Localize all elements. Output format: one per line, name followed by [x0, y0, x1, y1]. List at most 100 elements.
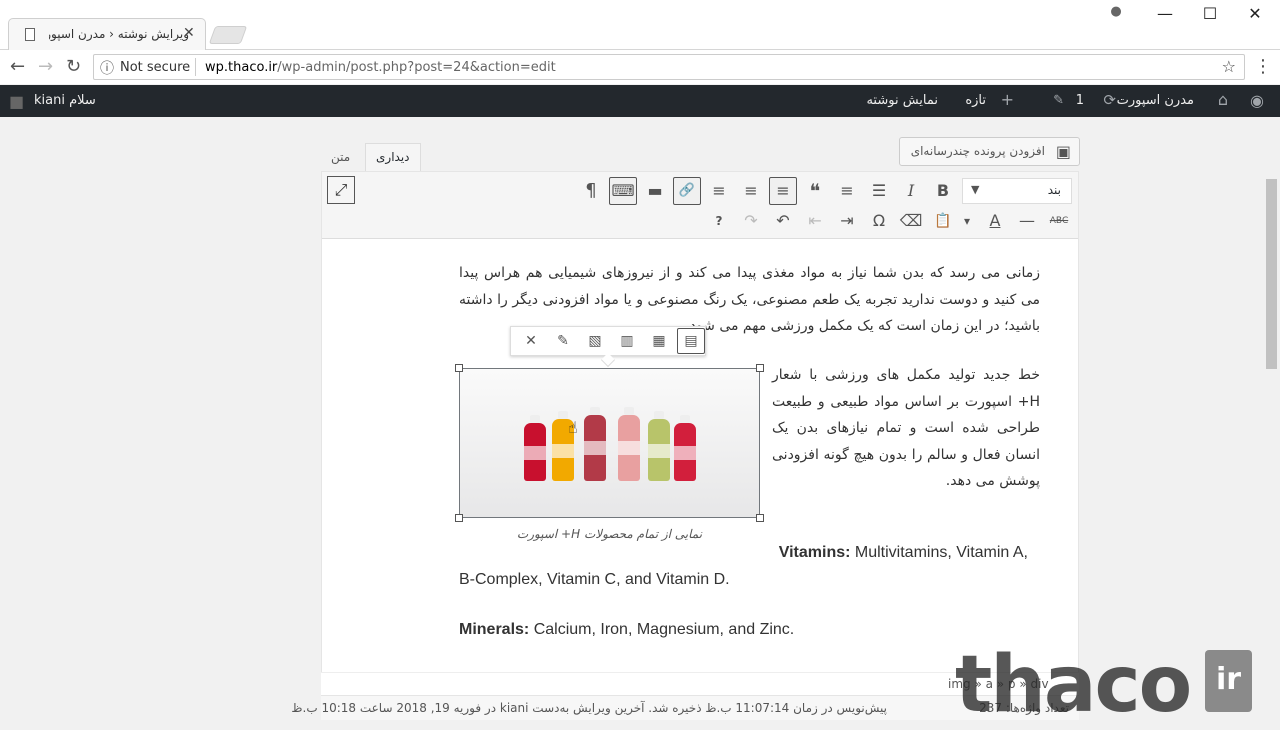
bookmark-star-icon[interactable]: ☆ [1222, 57, 1236, 76]
url-separator [195, 58, 196, 76]
text-color-dropdown-icon[interactable]: ▾ [959, 207, 975, 235]
updates-count[interactable]: 1 [1076, 93, 1084, 108]
hand-cursor-icon: ☝ [568, 418, 578, 437]
tab-title: ویرایش نوشته ‹ مدرن اسپورت [49, 27, 189, 41]
wordpress-logo-icon[interactable]: ◉ [1250, 91, 1264, 110]
watermark-suffix: ir [1205, 650, 1252, 712]
updates-icon[interactable]: ⟳ [1103, 91, 1116, 109]
add-media-button[interactable]: ▣ افزودن پرونده چندرسانه‌ای [899, 137, 1080, 166]
add-media-label: افزودن پرونده چندرسانه‌ای [910, 144, 1045, 158]
tab-close-icon[interactable]: ✕ [183, 25, 195, 41]
bottle-3 [584, 407, 606, 481]
reload-icon[interactable]: ↻ [66, 56, 81, 77]
chevron-down-icon: ▼ [971, 183, 980, 196]
resize-handle-nw[interactable] [455, 364, 463, 372]
vitamins-text: Multivitamins, Vitamin A, [850, 544, 1028, 561]
autosave-status: پیش‌نویس در زمان 11:07:14 ب.ظ ذخیره شد. … [291, 701, 887, 715]
new-content-link[interactable]: تازه [965, 93, 986, 108]
maximize-icon[interactable]: ☐ [1200, 4, 1220, 23]
redo-button[interactable]: ↷ [737, 207, 765, 235]
align-right-button[interactable]: ≡ [769, 177, 797, 205]
minerals-text: Calcium, Iron, Magnesium, and Zinc. [529, 621, 795, 638]
outdent-button[interactable]: ⇤ [801, 207, 829, 235]
scrollbar-thumb[interactable] [1266, 179, 1277, 369]
special-character-button[interactable]: Ω [865, 207, 893, 235]
home-icon[interactable]: ⌂ [1218, 90, 1228, 109]
tab-visual[interactable]: دیداری [365, 143, 421, 171]
bottle-4 [618, 407, 640, 481]
paste-as-text-button[interactable]: 📋 [929, 207, 957, 235]
indent-button[interactable]: ⇥ [833, 207, 861, 235]
horizontal-line-button[interactable]: — [1013, 207, 1041, 235]
new-content-plus-icon[interactable]: + [1001, 90, 1014, 109]
page-icon [25, 28, 35, 41]
vitamins-line-1[interactable]: Vitamins: Multivitamins, Vitamin A, [459, 544, 1040, 562]
bottle-5 [648, 411, 670, 481]
vitamins-label: Vitamins: [778, 544, 851, 561]
blockquote-button[interactable]: ❝ [801, 177, 829, 205]
align-left-image-icon[interactable]: ▧ [581, 328, 609, 354]
comments-icon[interactable]: ✎ [1053, 93, 1064, 108]
vitamins-line-2[interactable]: B-Complex, Vitamin C, and Vitamin D. [459, 571, 1040, 589]
distraction-free-button[interactable]: ⤢ [327, 176, 355, 204]
image-caption[interactable]: نمایی از تمام محصولات H+ اسپورت [459, 527, 760, 541]
account-icon[interactable]: ● [1106, 4, 1126, 19]
help-button[interactable]: ? [705, 207, 733, 235]
bottle-1 [524, 415, 546, 481]
align-center-button[interactable]: ≡ [737, 177, 765, 205]
watermark-logo: thaco [955, 640, 1192, 730]
align-left-button[interactable]: ≡ [705, 177, 733, 205]
toolbar-toggle-button[interactable]: ⌨ [609, 177, 637, 205]
new-tab-button[interactable] [208, 26, 248, 44]
editor-toolbar: بند ▼ B I ☰ ≡ ❝ ≡ ≡ ≡ 🔗 ▬ ⌨ ¶ ABC — A ▾ … [322, 172, 1078, 239]
italic-button[interactable]: I [897, 177, 925, 205]
back-icon[interactable]: ← [10, 56, 25, 77]
undo-button[interactable]: ↶ [769, 207, 797, 235]
text-color-button[interactable]: A [981, 207, 1009, 235]
minerals-line[interactable]: Minerals: Calcium, Iron, Magnesium, and … [459, 621, 1040, 639]
address-bar[interactable]: ⓘ Not secure wp.thaco.ir/wp-admin/post.p… [93, 54, 1245, 80]
edit-image-icon[interactable]: ✎ [549, 328, 577, 354]
close-window-icon[interactable]: ✕ [1245, 4, 1265, 23]
browser-tabstrip: ویرایش نوشته ‹ مدرن اسپورت ✕ ● — ☐ ✕ [0, 0, 1280, 50]
format-select-value: بند [1047, 183, 1061, 197]
url-path: /wp-admin/post.php?post=24&action=edit [277, 60, 556, 75]
read-more-button[interactable]: ▬ [641, 177, 669, 205]
image-inline-toolbar: ▤ ▦ ▥ ▧ ✎ ✕ [510, 326, 706, 368]
user-greeting[interactable]: سلام kiani [34, 93, 96, 108]
browser-menu-icon[interactable]: ⋮ [1254, 56, 1272, 77]
rtl-direction-button[interactable]: ¶ [577, 177, 605, 205]
wp-admin-bar: ◉ ⌂ مدرن اسپورت ⟳ 1 ✎ + تازه نمایش نوشته… [0, 85, 1280, 117]
align-none-image-icon[interactable]: ▥ [613, 328, 641, 354]
tab-text[interactable]: متن [321, 144, 360, 172]
strikethrough-button[interactable]: ABC [1045, 207, 1073, 235]
bullet-list-button[interactable]: ☰ [865, 177, 893, 205]
align-right-image-icon[interactable]: ▤ [677, 328, 705, 354]
bold-button[interactable]: B [929, 177, 957, 205]
forward-icon[interactable]: → [38, 56, 53, 77]
resize-handle-ne[interactable] [756, 364, 764, 372]
product-image[interactable] [459, 368, 760, 518]
address-row: ← → ↻ ⓘ Not secure wp.thaco.ir/wp-admin/… [0, 50, 1280, 84]
add-media-icon: ▣ [1055, 142, 1071, 161]
resize-handle-sw[interactable] [455, 514, 463, 522]
remove-image-icon[interactable]: ✕ [517, 328, 545, 354]
security-label: Not secure [120, 60, 191, 75]
bottle-6 [674, 415, 696, 481]
paragraph-product[interactable]: خط جدید تولید مکمل های ورزشی با شعار H+ … [772, 362, 1040, 495]
url-text[interactable]: wp.thaco.ir/wp-admin/post.php?post=24&ac… [205, 60, 556, 75]
browser-tab[interactable]: ویرایش نوشته ‹ مدرن اسپورت ✕ [8, 18, 206, 50]
resize-handle-se[interactable] [756, 514, 764, 522]
site-name-link[interactable]: مدرن اسپورت [1117, 93, 1194, 108]
info-icon[interactable]: ⓘ [100, 58, 114, 78]
format-select[interactable]: بند ▼ [962, 178, 1072, 204]
page-scrollbar[interactable] [1263, 117, 1280, 720]
numbered-list-button[interactable]: ≡ [833, 177, 861, 205]
url-host: wp.thaco.ir [205, 60, 278, 75]
clear-formatting-button[interactable]: ⌫ [897, 207, 925, 235]
insert-link-button[interactable]: 🔗 [673, 177, 701, 205]
align-center-image-icon[interactable]: ▦ [645, 328, 673, 354]
view-post-link[interactable]: نمایش نوشته [866, 93, 938, 108]
user-avatar-icon[interactable]: ■ [9, 92, 24, 111]
minimize-icon[interactable]: — [1155, 4, 1175, 23]
